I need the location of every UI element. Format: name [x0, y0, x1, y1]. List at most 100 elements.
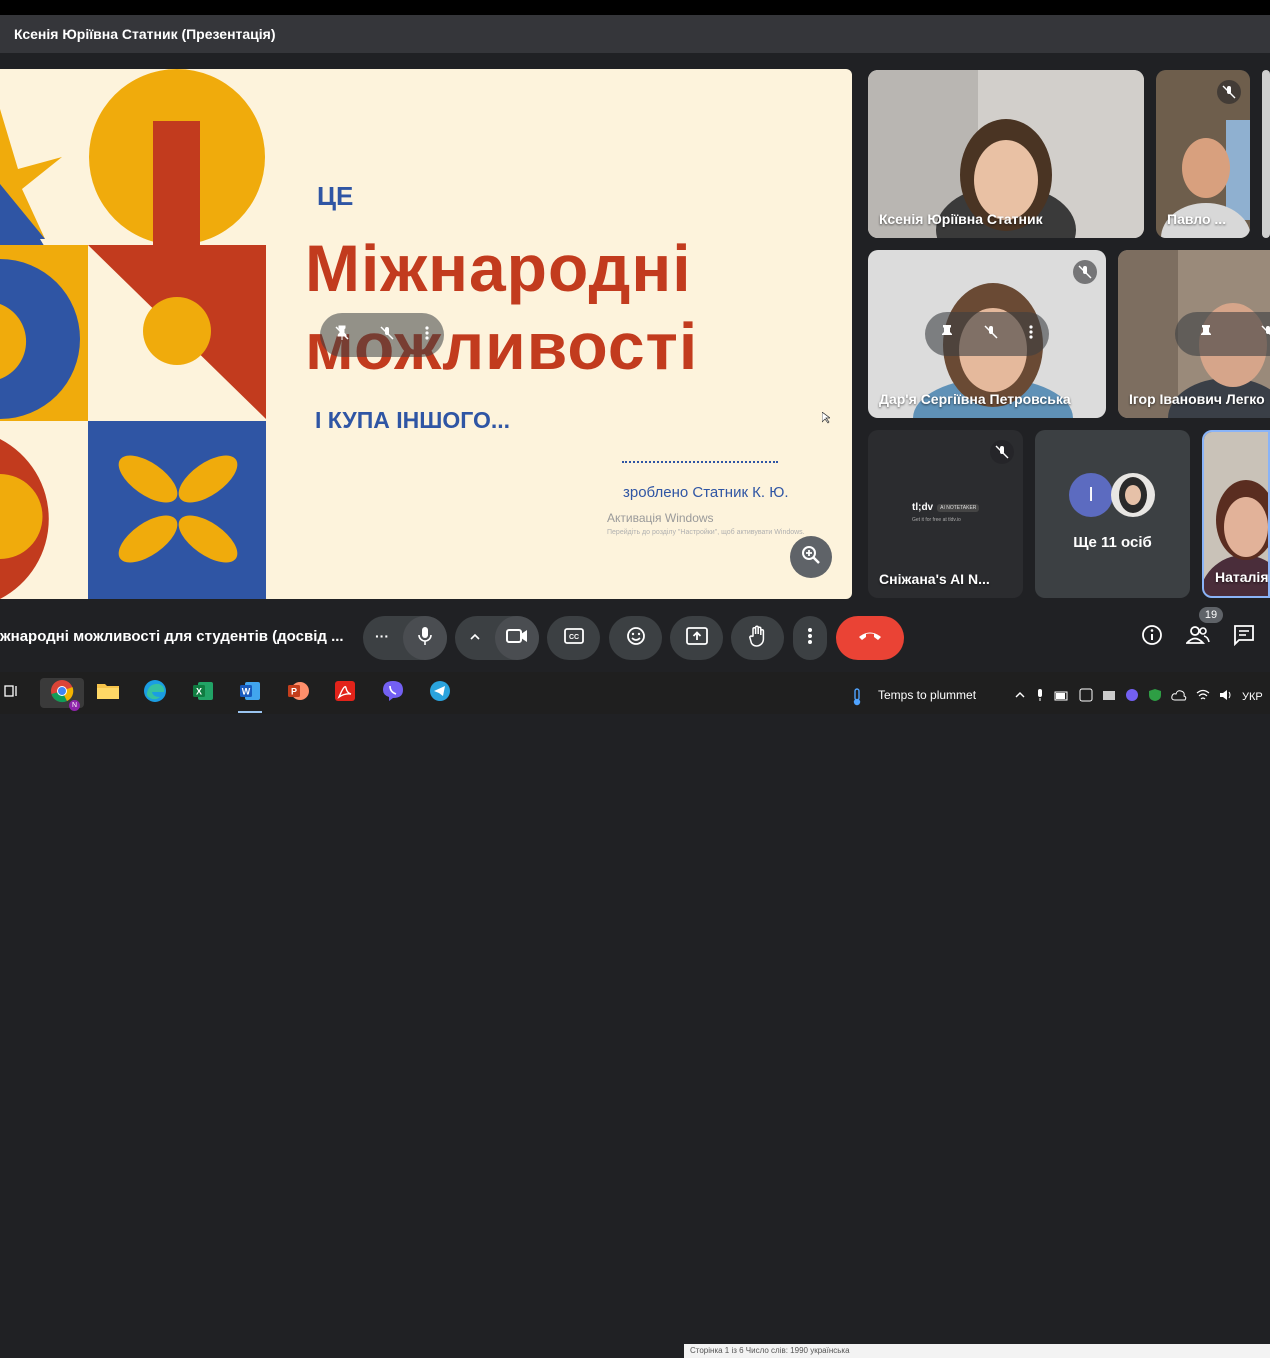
meeting-controls-bar: жнародні можливості для студентів (досві…	[0, 600, 1270, 672]
pin-icon[interactable]	[1199, 324, 1213, 345]
taskbar-word[interactable]: W	[232, 678, 268, 708]
taskbar-edge[interactable]	[137, 678, 173, 708]
more-options-icon[interactable]	[1028, 324, 1034, 345]
chat-button[interactable]	[1232, 625, 1256, 649]
participant-name: Ігор Іванович Легко	[1129, 391, 1265, 407]
microphone-icon[interactable]	[1035, 688, 1045, 707]
emoji-button[interactable]	[609, 616, 662, 660]
participant-name: Сніжана's AI N...	[879, 571, 990, 587]
more-vert-icon	[807, 627, 813, 650]
info-icon	[1141, 624, 1163, 651]
participant-name: Дар'я Сергіївна Петровська	[879, 391, 1071, 407]
chevron-up-icon[interactable]	[469, 630, 481, 648]
pin-icon[interactable]	[334, 325, 350, 346]
present-button[interactable]	[670, 616, 723, 660]
battery-icon[interactable]	[1054, 688, 1070, 706]
task-view-icon	[3, 683, 19, 704]
slide-subtitle: І КУПА ІНШОГО...	[315, 407, 510, 434]
mic-icon	[417, 626, 433, 651]
top-black-strip	[0, 0, 1270, 15]
avatar	[1111, 473, 1155, 517]
participant-tile-ai-notetaker[interactable]: tl;dv AI NOTETAKER Get it for free at tl…	[868, 430, 1023, 598]
mouse-cursor-icon	[822, 411, 830, 429]
people-button[interactable]	[1186, 625, 1210, 649]
unmute-icon[interactable]	[983, 324, 999, 345]
muted-icon	[990, 440, 1014, 464]
powerpoint-icon: P	[287, 680, 309, 707]
task-view-button[interactable]	[0, 678, 22, 708]
people-icon	[1186, 625, 1210, 650]
participant-tile[interactable]: Павло ...	[1156, 70, 1250, 238]
pdf-icon	[334, 680, 356, 707]
others-count-label: Ще 11 осіб	[1035, 534, 1190, 551]
taskbar-acrobat[interactable]	[327, 678, 363, 708]
captions-button[interactable]: CC	[547, 616, 600, 660]
volume-icon[interactable]	[1219, 688, 1233, 706]
wifi-icon[interactable]	[1196, 688, 1210, 706]
hang-up-icon	[858, 629, 882, 647]
taskbar-powerpoint[interactable]: P	[280, 678, 316, 708]
chat-icon	[1233, 624, 1255, 651]
tldv-promo: Get it for free at tldv.io	[912, 517, 961, 523]
slide-dotted-divider	[622, 461, 778, 463]
viber-tray-icon[interactable]	[1125, 688, 1139, 707]
unmute-icon[interactable]	[1260, 324, 1270, 345]
participant-name: Ксенія Юріївна Статник	[879, 211, 1043, 227]
taskbar-viber[interactable]	[375, 678, 411, 708]
participant-tile[interactable]: Ігор Іванович Легко	[1118, 250, 1270, 418]
camera-button[interactable]	[495, 616, 539, 660]
taskbar-file-explorer[interactable]	[90, 678, 126, 708]
participant-tile[interactable]: Дар'я Сергіївна Петровська	[868, 250, 1106, 418]
tldv-logo: tl;dv AI NOTETAKER	[912, 502, 979, 513]
taskbar-excel[interactable]: X	[185, 678, 221, 708]
leave-call-button[interactable]	[836, 616, 904, 660]
chrome-profile-badge: N	[69, 700, 80, 711]
meeting-details-button[interactable]	[1140, 625, 1164, 649]
participant-tile[interactable]	[1262, 70, 1270, 238]
more-options-button[interactable]	[793, 616, 827, 660]
raise-hand-button[interactable]	[731, 616, 784, 660]
mic-button[interactable]	[403, 616, 447, 660]
keyboard-language[interactable]: УКР	[1242, 691, 1263, 703]
system-tray: УКР 21	[1014, 688, 1270, 706]
audio-options-button[interactable]: ···	[375, 628, 389, 644]
weather-notification[interactable]: Temps to plummet	[878, 688, 976, 702]
pin-icon[interactable]	[940, 324, 954, 345]
captions-icon: CC	[564, 628, 584, 649]
security-shield-icon[interactable]	[1148, 688, 1162, 707]
slide-title-line1: Міжнародні	[305, 235, 692, 301]
active-indicator	[238, 711, 262, 713]
slide-geometric-art	[0, 69, 300, 599]
present-icon	[686, 627, 708, 650]
svg-text:P: P	[291, 686, 297, 696]
participant-name: Павло ...	[1167, 211, 1226, 227]
taskbar-telegram[interactable]	[422, 678, 458, 708]
svg-text:CC: CC	[568, 634, 578, 641]
emoji-icon	[626, 626, 646, 651]
participant-tile[interactable]: Ксенія Юріївна Статник	[868, 70, 1144, 238]
raise-hand-icon	[749, 625, 767, 652]
unmute-icon[interactable]	[379, 325, 395, 346]
chevron-up-icon[interactable]	[1014, 688, 1026, 706]
weather-icon	[850, 688, 864, 711]
tray-app-icon[interactable]	[1102, 688, 1116, 707]
taskbar-chrome[interactable]: N	[40, 678, 84, 708]
others-tile[interactable]: I Ще 11 осіб	[1035, 430, 1190, 598]
folder-icon	[96, 681, 120, 706]
presentation-hover-controls	[320, 313, 444, 357]
avatar: I	[1069, 473, 1113, 517]
slide-author: зроблено Статник К. Ю.	[623, 484, 789, 501]
excel-icon: X	[192, 680, 214, 707]
muted-icon	[1217, 80, 1241, 104]
cloud-icon[interactable]	[1171, 688, 1187, 706]
chrome-icon: N	[50, 679, 74, 708]
presentation-title-bar: Ксенія Юріївна Статник (Презентація)	[0, 15, 1270, 53]
zoom-button[interactable]	[790, 536, 832, 578]
viber-icon	[382, 680, 404, 707]
svg-text:X: X	[196, 686, 202, 696]
app-tray-icon[interactable]	[1079, 688, 1093, 707]
participant-tile[interactable]: Наталія	[1202, 430, 1270, 598]
muted-icon	[1073, 260, 1097, 284]
more-options-icon[interactable]	[424, 325, 430, 346]
slide-heading-ce: ЦЕ	[317, 181, 353, 212]
